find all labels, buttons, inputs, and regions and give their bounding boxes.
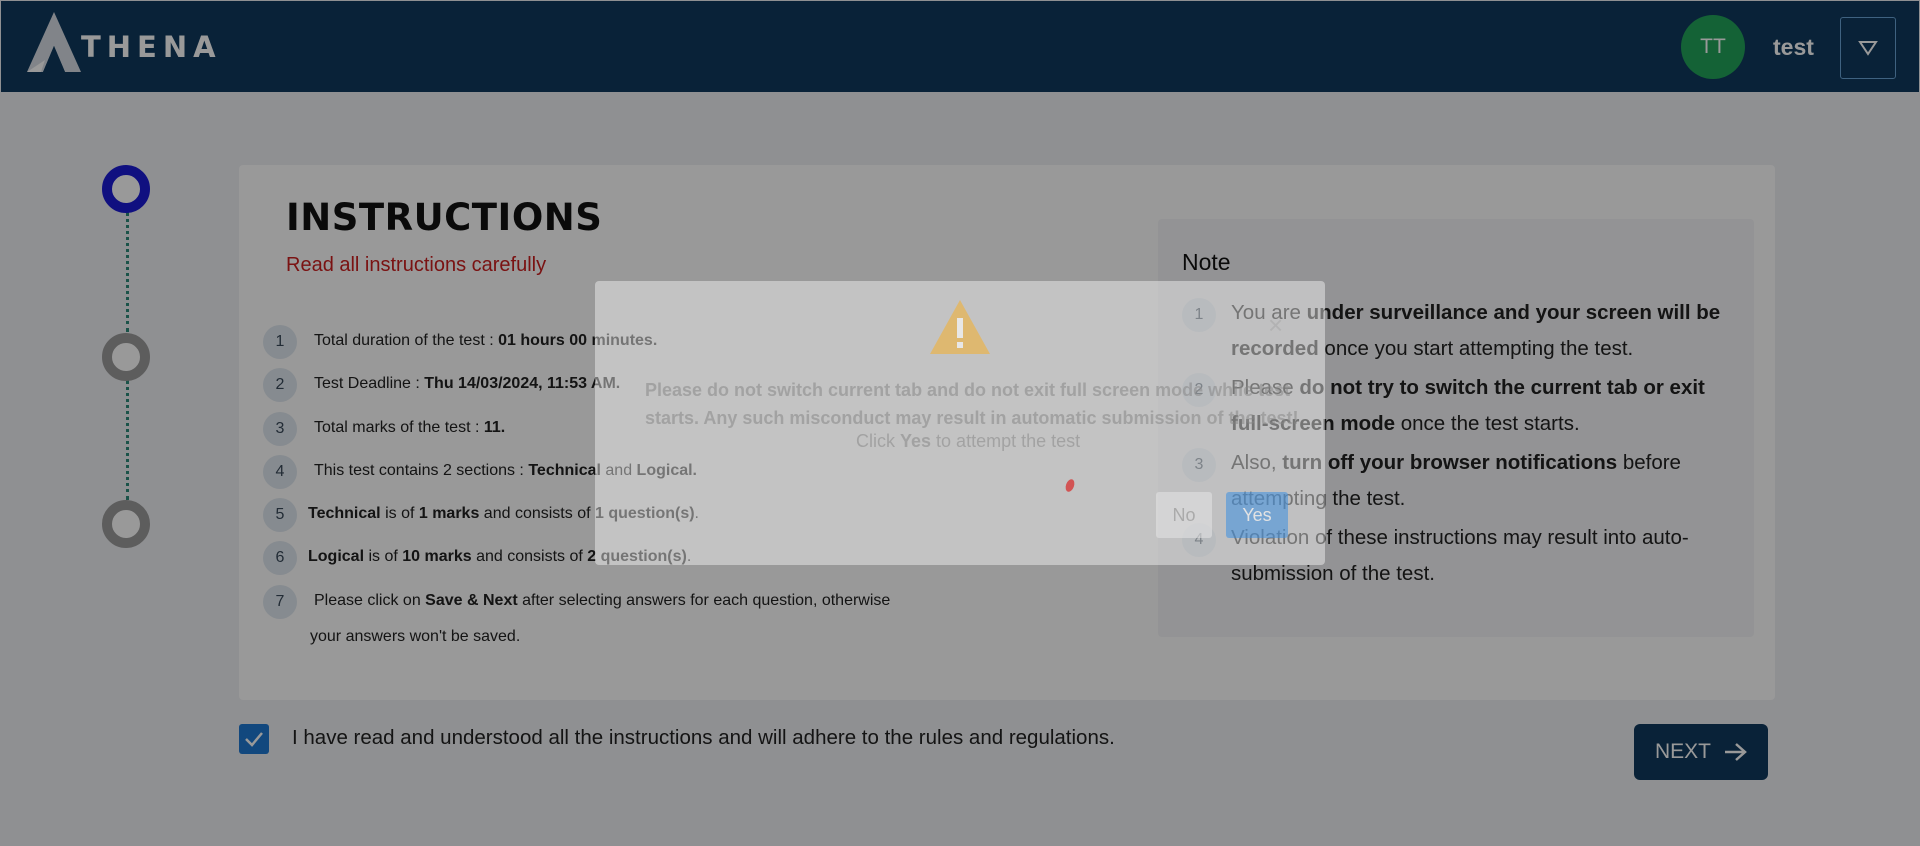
- modal-no-button[interactable]: No: [1156, 492, 1212, 538]
- warning-icon: [928, 298, 992, 361]
- modal-instruction: Click Yes to attempt the test: [856, 431, 1081, 451]
- modal-message: Please do not switch current tab and do …: [645, 380, 1299, 428]
- modal-close-button[interactable]: ×: [1268, 310, 1283, 341]
- modal-yes-button[interactable]: Yes: [1226, 492, 1288, 538]
